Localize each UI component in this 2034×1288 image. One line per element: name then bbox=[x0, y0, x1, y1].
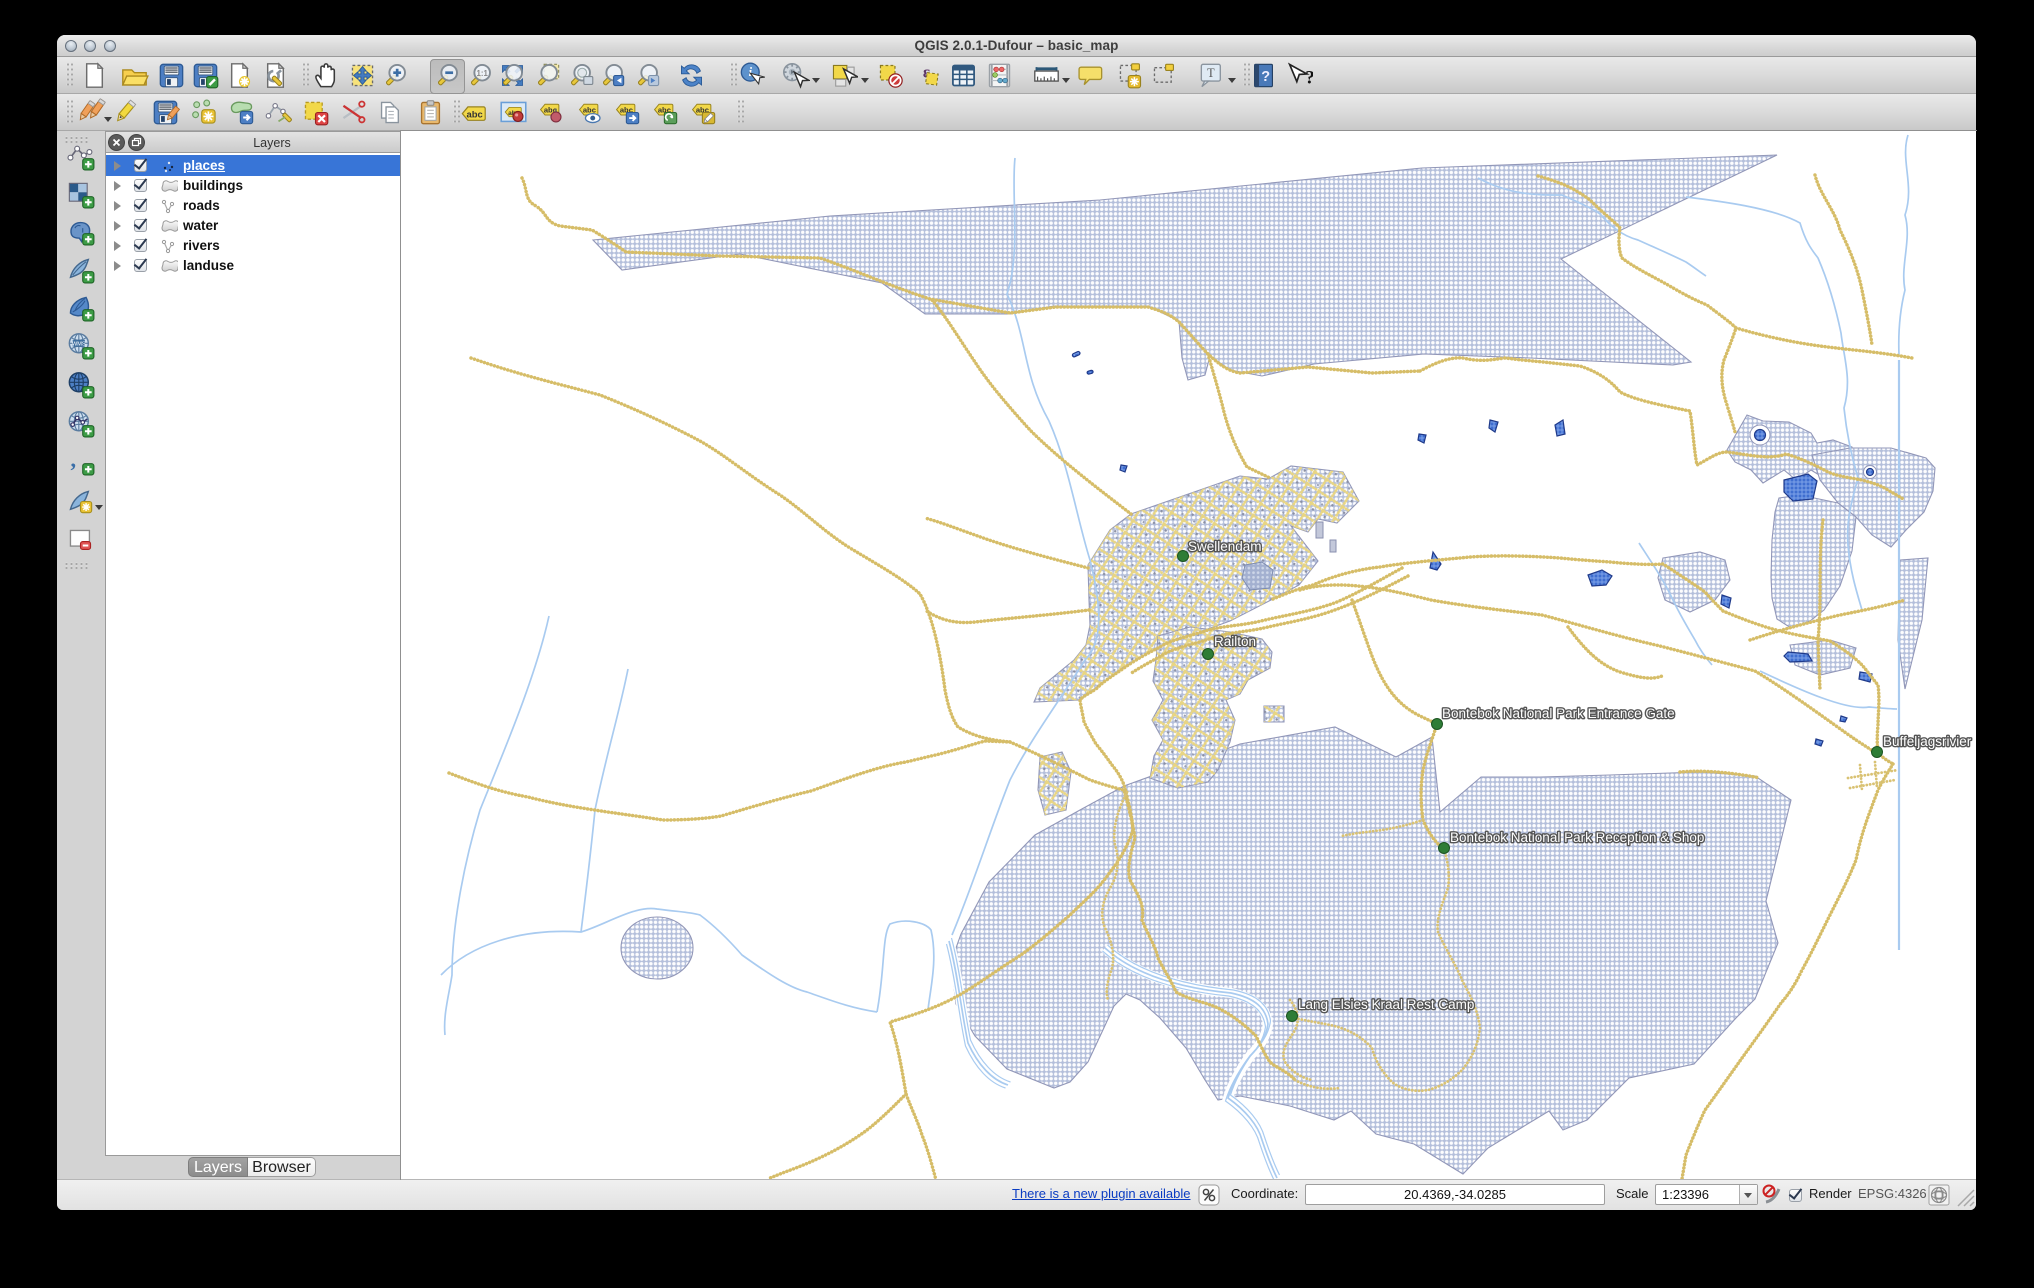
svg-text:T: T bbox=[1207, 66, 1215, 80]
svg-text:1:1: 1:1 bbox=[477, 69, 489, 78]
svg-text:Swellendam: Swellendam bbox=[1188, 539, 1262, 554]
svg-text:?: ? bbox=[1261, 69, 1270, 85]
svg-text:Bontebok National Park Recepti: Bontebok National Park Reception & Shop bbox=[1450, 830, 1704, 845]
svg-text:i: i bbox=[749, 65, 753, 79]
svg-text:Railton: Railton bbox=[1214, 634, 1256, 649]
svg-text:WMS: WMS bbox=[72, 342, 86, 348]
svg-text:abc: abc bbox=[466, 110, 482, 121]
svg-text:Bontebok National Park Entranc: Bontebok National Park Entrance Gate bbox=[1442, 706, 1675, 721]
svg-text:,: , bbox=[70, 447, 76, 472]
svg-text:?: ? bbox=[1305, 67, 1313, 88]
svg-text:Buffeljagsrivier: Buffeljagsrivier bbox=[1883, 734, 1972, 749]
svg-text:Lang Elsies Kraal Rest Camp: Lang Elsies Kraal Rest Camp bbox=[1298, 997, 1474, 1012]
